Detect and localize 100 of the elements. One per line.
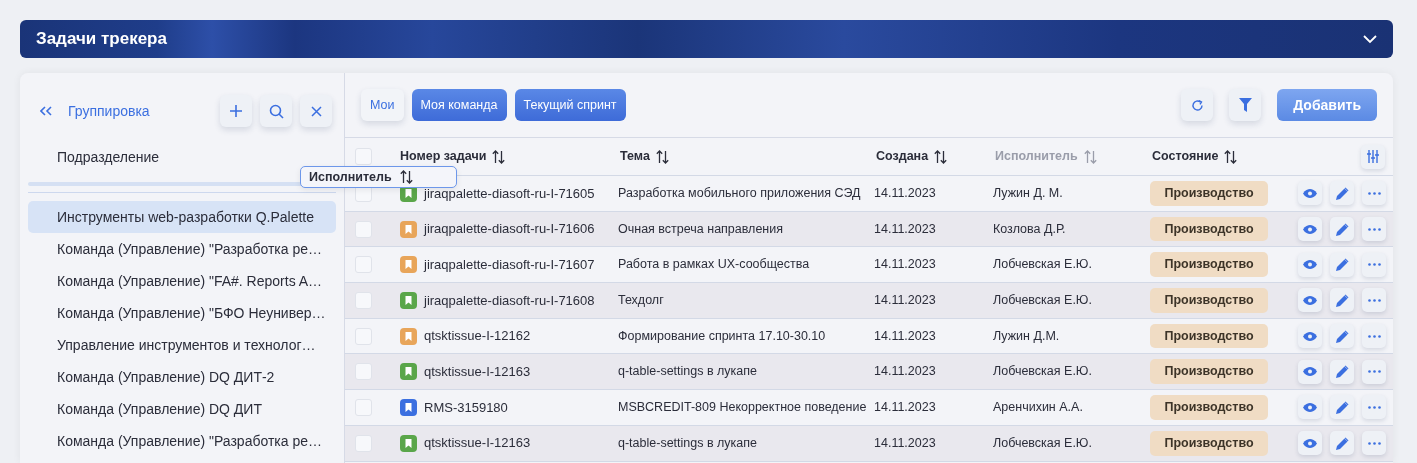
close-button[interactable] (300, 95, 332, 127)
pencil-icon (1335, 258, 1349, 272)
sidebar-item[interactable]: Команда (Управление) "FA#. Reports A… (28, 265, 336, 297)
sidebar-item[interactable]: Команда (Управление) "Разработка ре… (28, 233, 336, 265)
task-topic: Работа в рамках UX-сообщества (618, 257, 810, 272)
assignee-name: Лобчевская Е.Ю. (993, 435, 1092, 450)
eye-icon (1303, 224, 1317, 234)
more-icon (1367, 191, 1381, 195)
edit-button[interactable] (1330, 252, 1354, 277)
sidebar-item[interactable]: Команда (Управление) DQ ДИТ (28, 393, 336, 425)
grouping-title[interactable]: Группировка (68, 100, 150, 122)
column-header[interactable]: Номер задачи (400, 147, 487, 166)
sidebar-item[interactable]: Инструменты web-разработки Q.Palette (28, 201, 336, 233)
edit-button[interactable] (1330, 324, 1354, 349)
created-date: 14.11.2023 (874, 257, 936, 272)
assignee-name: Аренчихин А.А. (993, 400, 1083, 415)
eye-icon (1303, 188, 1317, 198)
task-topic: q-table-settings в лукапе (618, 435, 757, 450)
view-button[interactable] (1298, 252, 1322, 277)
status-badge: Производство (1150, 323, 1268, 349)
close-icon (310, 105, 322, 117)
view-button[interactable] (1298, 395, 1322, 420)
edit-button[interactable] (1330, 359, 1354, 384)
assignee-name: Лобчевская Е.Ю. (993, 364, 1092, 379)
filter-button[interactable]: Мои (361, 89, 404, 121)
sort-icon[interactable] (492, 149, 506, 164)
more-button[interactable] (1362, 252, 1386, 277)
view-button[interactable] (1298, 359, 1322, 384)
more-button[interactable] (1362, 217, 1386, 242)
edit-button[interactable] (1330, 395, 1354, 420)
pencil-icon (1335, 365, 1349, 379)
plus-icon (229, 104, 243, 118)
sidebar-item[interactable]: Команда (Управление) "Разработка ре… (28, 425, 336, 457)
refresh-icon (1190, 98, 1204, 112)
sort-icon[interactable] (399, 170, 413, 184)
chevron-down-icon[interactable] (1363, 34, 1377, 44)
sliders-icon (1367, 150, 1379, 163)
task-id[interactable]: qtsktissue-I-12163 (424, 433, 531, 453)
sort-icon[interactable] (1224, 149, 1238, 164)
search-button[interactable] (260, 95, 292, 127)
eye-icon (1303, 295, 1317, 305)
eye-icon (1303, 331, 1317, 341)
column-settings-button[interactable] (1361, 144, 1385, 169)
status-badge: Производство (1150, 430, 1268, 456)
task-id[interactable]: jiraqpalette-diasoft-ru-I-71608 (424, 290, 595, 311)
assignee-name: Лужин Д.М. (993, 328, 1060, 343)
more-button[interactable] (1362, 181, 1386, 206)
header-title: Задачи трекера (36, 28, 167, 51)
pencil-icon (1335, 329, 1349, 343)
more-button[interactable] (1362, 431, 1386, 456)
more-button[interactable] (1362, 359, 1386, 384)
task-id[interactable]: RMS-3159180 (424, 397, 508, 418)
column-header[interactable]: Создана (876, 147, 929, 166)
view-button[interactable] (1298, 431, 1322, 456)
column-header[interactable]: Состояние (1152, 147, 1219, 166)
filter-button[interactable]: Моя команда (411, 89, 507, 121)
double-chevron-left-icon[interactable] (40, 106, 52, 116)
more-icon (1367, 370, 1381, 374)
filter-button[interactable] (1229, 89, 1262, 121)
status-badge: Производство (1150, 216, 1268, 242)
sidebar-item[interactable]: Команда (Управление) DQ ДИТ-2 (28, 361, 336, 393)
edit-button[interactable] (1330, 217, 1354, 242)
eye-icon (1303, 367, 1317, 377)
task-id[interactable]: jiraqpalette-diasoft-ru-I-71606 (424, 219, 595, 239)
created-date: 14.11.2023 (874, 435, 936, 450)
more-icon (1367, 227, 1381, 231)
filter-button[interactable]: Текущий спринт (514, 89, 626, 121)
edit-button[interactable] (1330, 431, 1354, 456)
pencil-icon (1335, 186, 1349, 200)
sidebar-item[interactable]: Команда (Управление) "БФО Неунивер… (28, 297, 336, 329)
column-header[interactable]: Тема (620, 147, 650, 166)
sort-icon[interactable] (655, 149, 669, 164)
created-date: 14.11.2023 (874, 221, 936, 236)
task-id[interactable]: qtsktissue-I-12162 (424, 326, 531, 346)
column-drag-tooltip[interactable]: Исполнитель (300, 166, 457, 188)
sidebar-item[interactable]: Управление инструментов и технолог… (28, 329, 336, 361)
filter-icon (1238, 98, 1252, 112)
more-icon (1367, 263, 1381, 267)
created-date: 14.11.2023 (874, 293, 936, 308)
assignee-name: Лужин Д. М. (993, 185, 1063, 200)
edit-button[interactable] (1330, 181, 1354, 206)
view-button[interactable] (1298, 217, 1322, 242)
edit-button[interactable] (1330, 288, 1354, 313)
created-date: 14.11.2023 (874, 185, 936, 200)
view-button[interactable] (1298, 288, 1322, 313)
view-button[interactable] (1298, 324, 1322, 349)
refresh-button[interactable] (1181, 89, 1214, 121)
task-id[interactable]: jiraqpalette-diasoft-ru-I-71607 (424, 254, 595, 275)
task-topic: Формирование спринта 17.10-30.10 (618, 328, 826, 343)
view-button[interactable] (1298, 181, 1322, 206)
more-button[interactable] (1362, 395, 1386, 420)
more-icon (1367, 441, 1381, 445)
add-button[interactable] (220, 95, 252, 127)
select-all-checkbox[interactable] (355, 148, 372, 165)
task-id[interactable]: qtsktissue-I-12163 (424, 362, 531, 382)
more-button[interactable] (1362, 324, 1386, 349)
sort-icon[interactable] (934, 149, 948, 164)
more-button[interactable] (1362, 288, 1386, 313)
task-topic: Очная встреча направления (618, 221, 783, 236)
task-topic: Разработка мобильного приложения СЭД (618, 185, 861, 200)
